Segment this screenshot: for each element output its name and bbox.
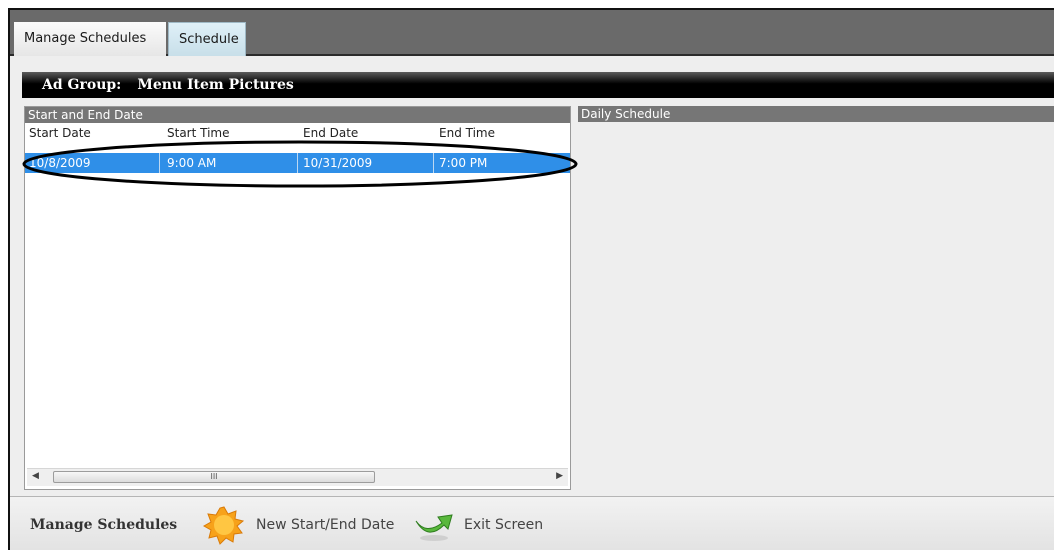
exit-screen-label: Exit Screen xyxy=(464,517,544,533)
tab-schedule[interactable]: Schedule xyxy=(168,22,246,56)
new-start-end-date-button[interactable]: New Start/End Date xyxy=(200,505,402,545)
footer-title: Manage Schedules xyxy=(30,517,178,533)
daily-schedule-title: Daily Schedule xyxy=(578,106,1054,122)
new-start-end-date-label: New Start/End Date xyxy=(256,517,395,533)
ad-group-value: Menu Item Pictures xyxy=(137,77,294,93)
highlight-ellipse xyxy=(22,140,578,188)
tab-bar: Manage Schedules Schedule xyxy=(10,10,1054,56)
exit-screen-button[interactable]: Exit Screen xyxy=(412,503,562,545)
daily-schedule-panel: Daily Schedule xyxy=(578,106,1054,490)
scroll-left-arrow-icon[interactable]: ◀ xyxy=(32,471,39,481)
app-window: Manage Schedules Schedule Ad Group: Menu … xyxy=(8,8,1054,550)
footer-toolbar: Manage Schedules New Start/End Date Exit… xyxy=(10,496,1054,550)
ad-group-label: Ad Group: xyxy=(42,77,122,93)
scroll-thumb[interactable]: III xyxy=(53,471,375,483)
new-sunburst-icon xyxy=(202,506,245,545)
ad-group-header: Ad Group: Menu Item Pictures xyxy=(22,72,1054,98)
start-end-date-title: Start and End Date xyxy=(25,107,570,123)
tab-manage-schedules[interactable]: Manage Schedules xyxy=(14,22,166,56)
horizontal-scrollbar[interactable]: ◀ III ▶ xyxy=(27,468,568,486)
scroll-right-arrow-icon[interactable]: ▶ xyxy=(556,471,563,481)
exit-arrow-icon xyxy=(415,514,453,541)
